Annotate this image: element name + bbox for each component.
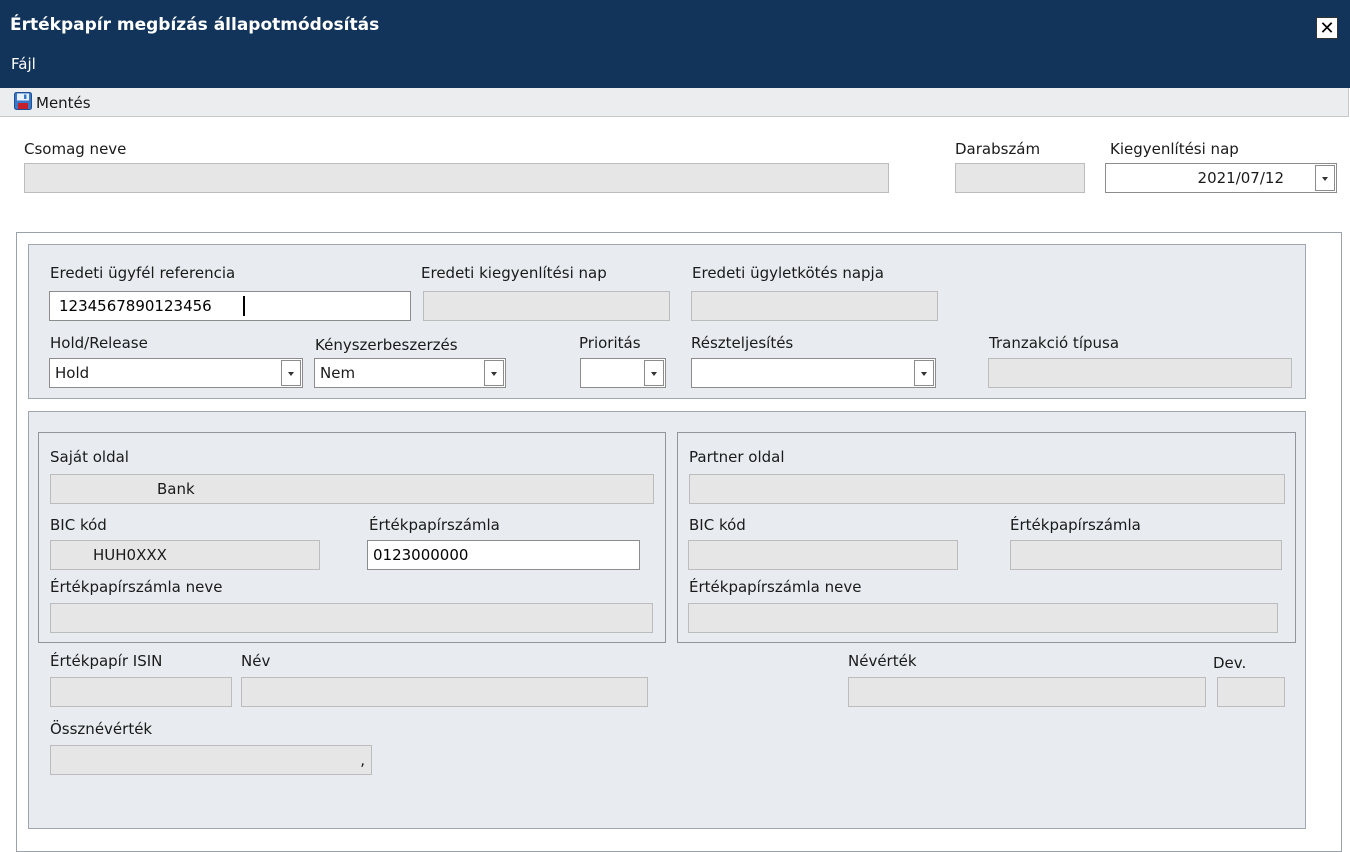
floppy-disk-icon [14,92,32,114]
own-side-title: Saját oldal [50,448,129,466]
own-account-name-field[interactable] [50,603,653,633]
save-button[interactable]: Mentés [14,92,91,114]
text-cursor [243,296,245,316]
partner-bic-field[interactable] [688,540,958,570]
chevron-down-icon[interactable] [644,360,664,386]
own-account-label: Értékpapírszámla [369,516,500,534]
own-account-input[interactable]: 0123000000 [367,540,640,570]
partner-bic-label: BIC kód [689,516,746,534]
forced-buyin-value: Nem [320,364,356,382]
priority-select[interactable] [580,358,666,388]
own-bic-label: BIC kód [50,516,107,534]
settlement-day-label: Kiegyenlítési nap [1110,140,1239,158]
hold-release-value: Hold [55,364,90,382]
security-name-label: Név [241,652,271,670]
close-button[interactable]: ✕ [1316,17,1338,39]
orig-trade-day-label: Eredeti ügyletkötés napja [692,264,884,282]
partner-account-name-label: Értékpapírszámla neve [689,578,862,596]
orig-trade-day-field[interactable] [691,291,938,321]
partial-select[interactable] [691,358,936,388]
package-name-label: Csomag neve [24,140,127,158]
orig-client-ref-label: Eredeti ügyfél referencia [50,264,236,282]
orig-settlement-day-label: Eredeti kiegyenlítési nap [421,264,607,282]
partner-account-label: Értékpapírszámla [1010,516,1141,534]
save-label: Mentés [36,94,91,112]
total-nominal-label: Össznévérték [50,720,153,738]
settlement-day-picker[interactable]: 2021/07/12 [1105,163,1337,193]
partner-account-field[interactable] [1010,540,1282,570]
count-label: Darabszám [955,140,1041,158]
isin-label: Értékpapír ISIN [50,652,163,670]
chevron-down-icon[interactable] [281,360,301,386]
chevron-down-icon[interactable] [1315,165,1335,191]
chevron-down-icon[interactable] [914,360,934,386]
forced-buyin-label: Kényszerbeszerzés [315,336,458,354]
security-name-field[interactable] [241,677,648,707]
menu-file[interactable]: Fájl [11,55,36,73]
partner-side-title: Partner oldal [689,448,785,466]
menu-bar: Fájl [0,48,1350,88]
orig-settlement-day-field[interactable] [423,291,670,321]
forced-buyin-select[interactable]: Nem [314,358,506,388]
currency-label: Dev. [1213,654,1247,672]
isin-field[interactable] [50,677,232,707]
own-bic-field[interactable]: HUH0XXX [50,540,320,570]
priority-label: Prioritás [579,334,641,352]
chevron-down-icon[interactable] [484,360,504,386]
partial-label: Részteljesítés [691,334,794,352]
partner-account-name-field[interactable] [688,603,1278,633]
transaction-type-field[interactable] [988,358,1292,388]
nominal-field[interactable] [848,677,1206,707]
own-account-name-label: Értékpapírszámla neve [50,578,223,596]
partner-side-name-field[interactable] [689,474,1285,504]
transaction-type-label: Tranzakció típusa [989,334,1120,352]
own-side-name-field[interactable]: Bank [50,474,654,504]
total-nominal-field[interactable]: , [50,745,372,775]
hold-release-label: Hold/Release [50,334,148,352]
hold-release-select[interactable]: Hold [49,358,303,388]
currency-field[interactable] [1217,677,1285,707]
title-bar: Értékpapír megbízás állapotmódosítás ✕ [0,0,1350,48]
toolbar: Mentés [0,88,1349,117]
orig-client-ref-input[interactable]: 1234567890123456 [49,291,411,321]
nominal-label: Névérték [848,652,917,670]
window-title: Értékpapír megbízás állapotmódosítás [10,15,380,35]
settlement-day-value: 2021/07/12 [1197,169,1284,187]
count-field[interactable] [955,163,1085,193]
package-name-field[interactable] [24,163,889,193]
